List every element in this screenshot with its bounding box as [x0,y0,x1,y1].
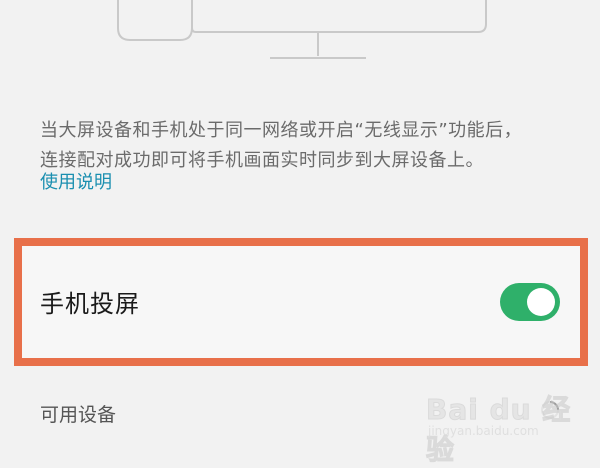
cast-illustration [117,0,487,59]
cast-description: 当大屏设备和手机处于同一网络或开启“无线显示”功能后， 连接配对成功即可将手机画… [40,116,570,176]
watermark-logo: Bai du 经验 [426,393,572,467]
toggle-knob [527,288,555,316]
watermark-url: jingyan.baidu.com [428,424,539,438]
description-line-2: 连接配对成功即可将手机画面实时同步到大屏设备上。 [40,150,484,171]
help-link[interactable]: 使用说明 [40,168,112,194]
phone-outline [117,0,193,41]
monitor-outline [191,0,487,33]
screen-mirroring-toggle[interactable] [500,283,560,321]
screen-mirroring-label: 手机投屏 [40,290,140,318]
baidu-jingyan-watermark: Bai du 经验 jingyan.baidu.com [426,388,586,467]
available-devices-label: 可用设备 [40,404,117,426]
description-line-1: 当大屏设备和手机处于同一网络或开启“无线显示”功能后， [40,120,523,141]
loading-spinner-icon [541,401,559,419]
